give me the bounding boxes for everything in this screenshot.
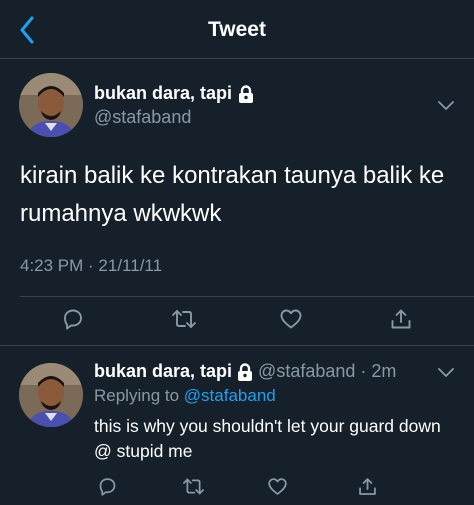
author-handle[interactable]: @stafaband (94, 107, 191, 128)
replying-label: Replying to (94, 386, 180, 405)
header-bar: Tweet (0, 0, 474, 59)
like-button[interactable] (271, 299, 311, 339)
tweet-menu-button[interactable] (436, 96, 456, 116)
reply-button[interactable] (87, 466, 127, 505)
display-name[interactable]: bukan dara, tapi (94, 361, 232, 382)
author-handle[interactable]: @stafaband (258, 361, 355, 382)
author-row: bukan dara, tapi (94, 83, 254, 104)
tweet-menu-button[interactable] (436, 363, 456, 383)
chevron-down-icon (438, 368, 454, 377)
avatar[interactable] (19, 73, 83, 137)
lock-icon (238, 362, 253, 381)
retweet-button[interactable] (164, 299, 204, 339)
lock-icon (239, 84, 254, 103)
reply-icon (99, 477, 115, 496)
reply-icon (64, 309, 82, 330)
reply-tweet[interactable]: bukan dara, tapi @stafaband · 2m Replyin… (0, 347, 474, 505)
reply-button[interactable] (53, 299, 93, 339)
separator-dot: · (360, 361, 367, 381)
retweet-icon (182, 478, 204, 494)
retweet-button[interactable] (173, 466, 213, 505)
reply-time[interactable]: 2m (371, 361, 396, 382)
replying-to: Replying to @stafaband (94, 386, 276, 406)
share-button[interactable] (347, 466, 387, 505)
like-button[interactable] (257, 466, 297, 505)
avatar[interactable] (19, 363, 83, 427)
display-name[interactable]: bukan dara, tapi (94, 83, 232, 104)
main-tweet: bukan dara, tapi @stafaband kirain balik… (0, 59, 474, 346)
like-icon (280, 309, 302, 329)
share-button[interactable] (381, 299, 421, 339)
retweet-icon (172, 310, 196, 328)
page-title: Tweet (208, 18, 266, 41)
tweet-text: kirain balik ke kontrakan taunya balik k… (20, 162, 445, 227)
share-icon (358, 477, 376, 495)
chevron-down-icon (438, 101, 454, 110)
tweet-timestamp[interactable]: 4:23 PM · 21/11/11 (20, 256, 162, 276)
divider (20, 296, 474, 297)
share-icon (391, 309, 411, 329)
mention-link[interactable]: @stafaband (184, 386, 276, 405)
reply-text: this is why you shouldn't let your guard… (94, 416, 441, 461)
reply-author-row: bukan dara, tapi @stafaband · 2m (94, 361, 396, 382)
like-icon (267, 477, 287, 495)
